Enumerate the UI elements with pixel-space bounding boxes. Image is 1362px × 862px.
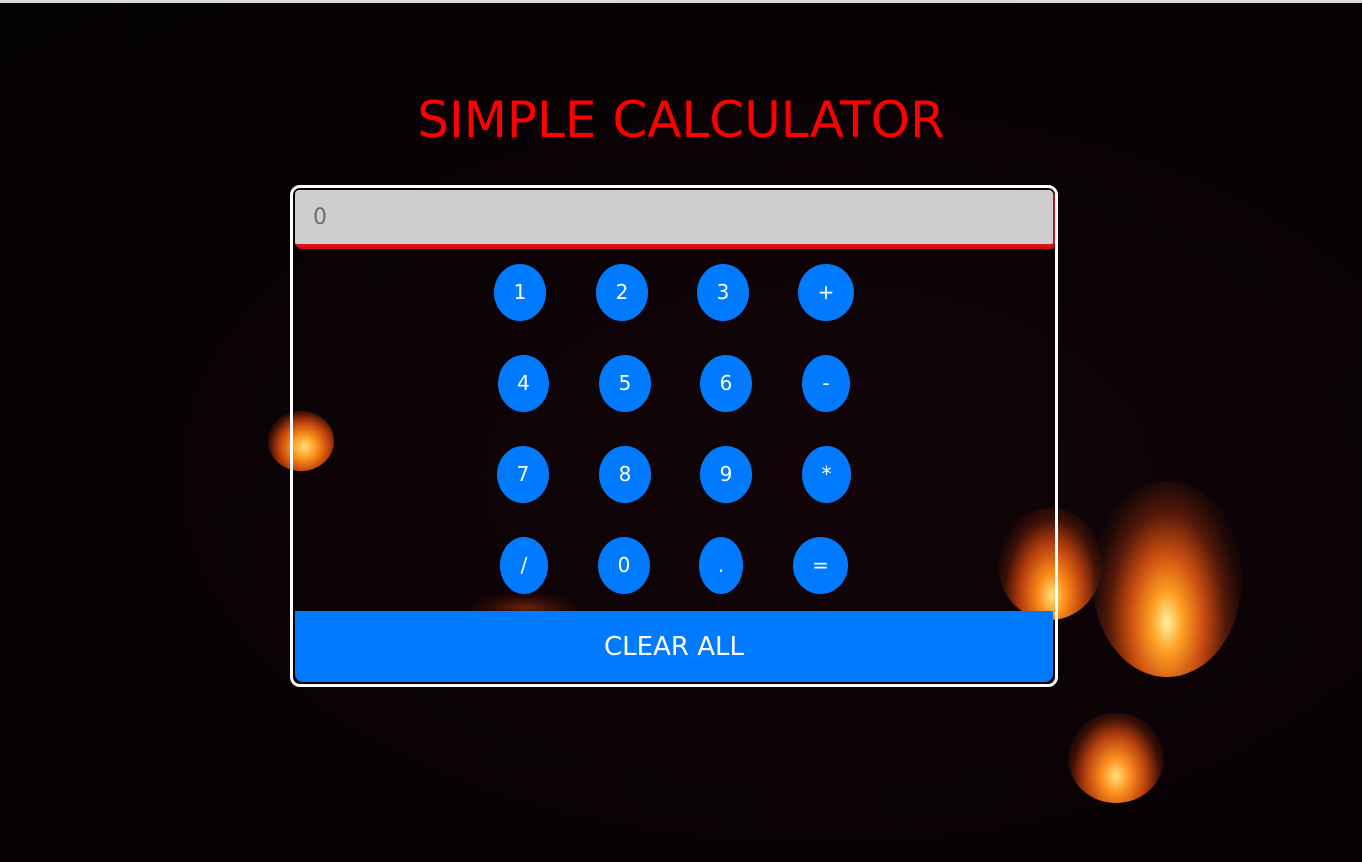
key-8-button[interactable]: 8 <box>599 446 651 503</box>
key-3-button[interactable]: 3 <box>697 264 749 321</box>
decimal-point-button[interactable]: . <box>699 537 743 594</box>
key-6-button[interactable]: 6 <box>700 355 752 412</box>
equals-button[interactable]: = <box>793 537 848 594</box>
calculator-display-input[interactable] <box>295 190 1053 247</box>
key-7-button[interactable]: 7 <box>497 446 549 503</box>
key-5-button[interactable]: 5 <box>599 355 651 412</box>
key-9-button[interactable]: 9 <box>700 446 752 503</box>
lantern-glow <box>1092 481 1242 677</box>
multiply-button[interactable]: * <box>802 446 851 503</box>
key-0-button[interactable]: 0 <box>598 537 650 594</box>
divide-button[interactable]: / <box>500 537 548 594</box>
lantern-glow <box>1068 713 1164 803</box>
page-title: SIMPLE CALCULATOR <box>417 91 945 149</box>
key-2-button[interactable]: 2 <box>596 264 648 321</box>
clear-all-button[interactable]: CLEAR ALL <box>295 611 1053 682</box>
key-4-button[interactable]: 4 <box>498 355 549 412</box>
minus-button[interactable]: - <box>802 355 850 412</box>
calculator-frame: 1 2 3 + 4 5 6 - 7 8 9 * / 0 . = CLEAR AL… <box>290 185 1058 687</box>
key-1-button[interactable]: 1 <box>494 264 546 321</box>
plus-button[interactable]: + <box>798 264 854 321</box>
